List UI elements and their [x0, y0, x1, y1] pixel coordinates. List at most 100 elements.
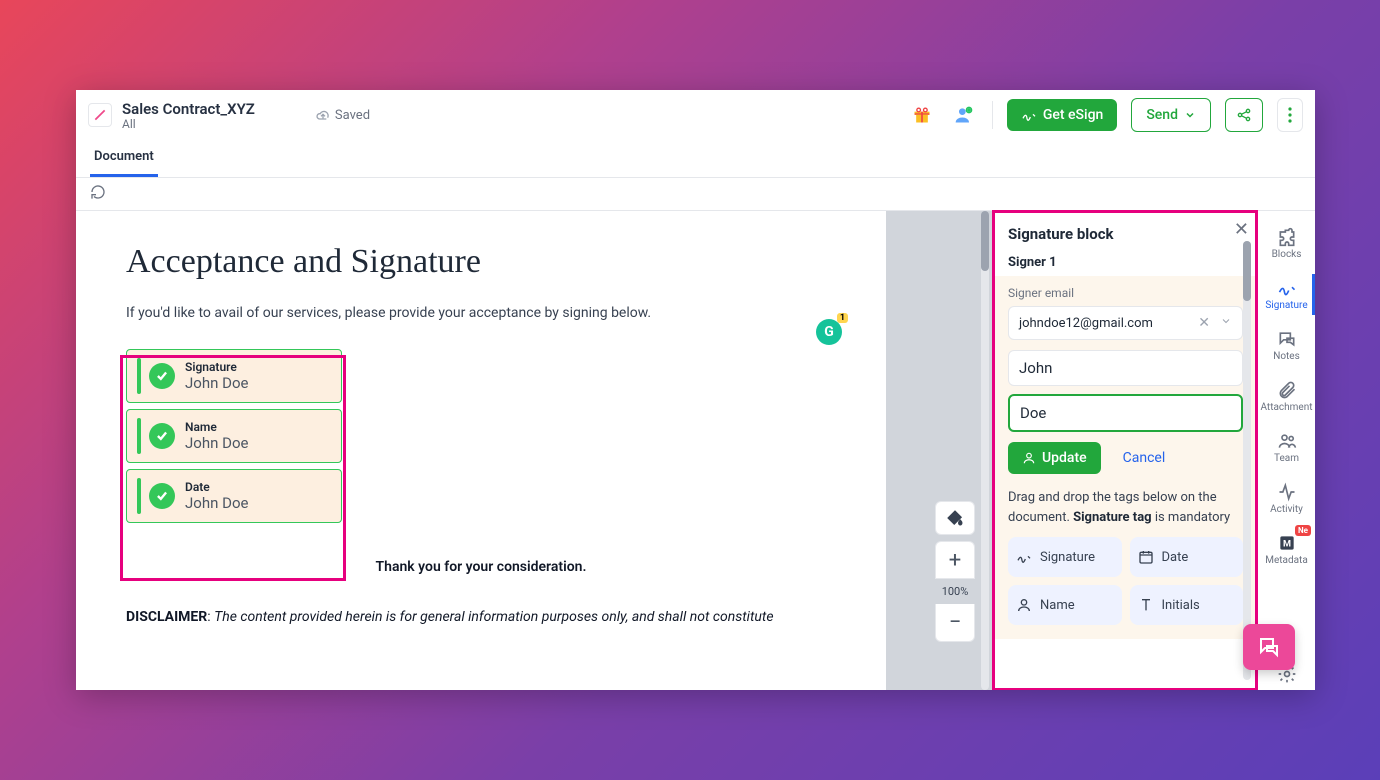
rail-attachment[interactable]: Attachment: [1258, 374, 1315, 419]
paint-bucket-icon: [946, 509, 964, 527]
rail-blocks[interactable]: Blocks: [1258, 221, 1315, 266]
text-icon: [1138, 597, 1154, 613]
field-label: Name: [185, 420, 248, 434]
signer-email-value: johndoe12@gmail.com: [1019, 316, 1153, 331]
first-name-input[interactable]: [1008, 350, 1243, 386]
tag-label: Date: [1162, 550, 1189, 565]
doc-type-icon: [88, 103, 112, 127]
rail-metadata[interactable]: Ne M Metadata: [1258, 527, 1315, 572]
signature-field-name[interactable]: Name John Doe: [126, 409, 342, 463]
send-label: Send: [1146, 107, 1178, 123]
tag-initials[interactable]: Initials: [1130, 585, 1244, 625]
tag-date[interactable]: Date: [1130, 537, 1244, 577]
check-icon: [149, 483, 175, 509]
thanks-text: Thank you for your consideration.: [126, 559, 836, 575]
doc-title-wrap: Sales Contract_XYZ All: [122, 100, 255, 131]
grammarly-badge[interactable]: G 1: [816, 319, 842, 345]
divider: [992, 101, 993, 129]
update-button[interactable]: Update: [1008, 442, 1101, 474]
rail-label: Blocks: [1272, 249, 1302, 260]
cancel-link[interactable]: Cancel: [1123, 450, 1166, 466]
sub-toolbar: [76, 178, 1315, 211]
tag-grid: Signature Date Name Initials: [1008, 537, 1243, 625]
team-icon: [1277, 431, 1297, 451]
new-badge: Ne: [1295, 525, 1311, 536]
cloud-icon: [315, 107, 331, 123]
refresh-icon[interactable]: [90, 185, 106, 204]
tag-name[interactable]: Name: [1008, 585, 1122, 625]
tab-bar: Document: [76, 141, 1315, 178]
panel-scrollbar[interactable]: [1247, 241, 1255, 680]
gift-icon[interactable]: [908, 101, 936, 129]
rail-label: Metadata: [1265, 555, 1308, 566]
tab-document[interactable]: Document: [90, 141, 158, 177]
share-button[interactable]: [1225, 98, 1263, 132]
paperclip-icon: [1277, 380, 1297, 400]
rail-label: Activity: [1270, 504, 1303, 515]
dots-vertical-icon: [1288, 107, 1292, 123]
field-label: Signature: [185, 360, 248, 374]
canvas-scrollbar[interactable]: [979, 211, 993, 690]
tag-label: Signature: [1040, 550, 1095, 565]
signature-icon: [1016, 549, 1032, 565]
page-heading: Acceptance and Signature: [126, 243, 836, 281]
chat-bubble-icon: [1257, 635, 1281, 659]
disclaimer-label: DISCLAIMER: [126, 609, 207, 625]
disclaimer: DISCLAIMER: The content provided herein …: [126, 609, 836, 625]
fill-tool-button[interactable]: [935, 501, 975, 535]
more-menu-button[interactable]: [1277, 98, 1303, 132]
signature-icon: [1277, 278, 1297, 298]
zoom-out-button[interactable]: −: [935, 604, 975, 642]
close-panel-button[interactable]: ✕: [1234, 219, 1249, 240]
send-button[interactable]: Send: [1131, 98, 1211, 132]
accent-bar: [137, 358, 141, 394]
right-rail: Blocks Signature Notes Attachment Team A…: [1257, 211, 1315, 690]
email-label: Signer email: [1008, 286, 1243, 300]
accent-bar: [137, 418, 141, 454]
doc-subtitle: All: [122, 117, 255, 131]
chevron-down-icon[interactable]: [1220, 315, 1232, 331]
chevron-down-icon: [1184, 109, 1196, 121]
check-icon: [149, 423, 175, 449]
app-window: Sales Contract_XYZ All Saved Get eSign S…: [76, 90, 1315, 690]
calendar-icon: [1138, 549, 1154, 565]
signer-email-select[interactable]: johndoe12@gmail.com ✕: [1008, 306, 1243, 340]
rail-team[interactable]: Team: [1258, 425, 1315, 470]
puzzle-icon: [1277, 227, 1297, 247]
add-user-icon[interactable]: [950, 101, 978, 129]
tag-label: Initials: [1162, 598, 1200, 613]
signature-field-signature[interactable]: Signature John Doe: [126, 349, 342, 403]
last-name-input[interactable]: [1008, 394, 1243, 432]
intro-text: If you'd like to avail of our services, …: [126, 305, 836, 321]
signature-field-date[interactable]: Date John Doe: [126, 469, 342, 523]
check-icon: [149, 363, 175, 389]
disclaimer-text: The content provided herein is for gener…: [214, 609, 773, 625]
signer-heading: Signer 1: [994, 255, 1257, 270]
save-status: Saved: [315, 107, 370, 123]
rail-notes[interactable]: Notes: [1258, 323, 1315, 368]
field-value: John Doe: [185, 494, 248, 512]
chat-fab[interactable]: [1243, 624, 1295, 670]
clear-email-icon[interactable]: ✕: [1198, 315, 1210, 331]
rail-label: Signature: [1265, 300, 1307, 311]
field-value: John Doe: [185, 374, 248, 392]
document-page: Acceptance and Signature If you'd like t…: [76, 211, 886, 690]
user-icon: [1022, 451, 1036, 465]
rail-activity[interactable]: Activity: [1258, 476, 1315, 521]
tag-signature[interactable]: Signature: [1008, 537, 1122, 577]
get-esign-button[interactable]: Get eSign: [1007, 99, 1117, 131]
signature-block-panel: ✕ Signature block Signer 1 Signer email …: [993, 211, 1257, 690]
document-canvas: Acceptance and Signature If you'd like t…: [76, 211, 993, 690]
panel-title: Signature block: [994, 225, 1257, 243]
zoom-level: 100%: [942, 585, 969, 598]
share-icon: [1236, 107, 1252, 123]
signature-fields-list: Signature John Doe Name John Doe: [126, 349, 342, 523]
user-icon: [1016, 597, 1032, 613]
activity-icon: [1277, 482, 1297, 502]
zoom-controls: + 100% −: [935, 541, 975, 642]
accent-bar: [137, 478, 141, 514]
field-value: John Doe: [185, 434, 248, 452]
zoom-in-button[interactable]: +: [935, 541, 975, 579]
metadata-icon: M: [1277, 533, 1297, 553]
rail-signature[interactable]: Signature: [1258, 272, 1315, 317]
